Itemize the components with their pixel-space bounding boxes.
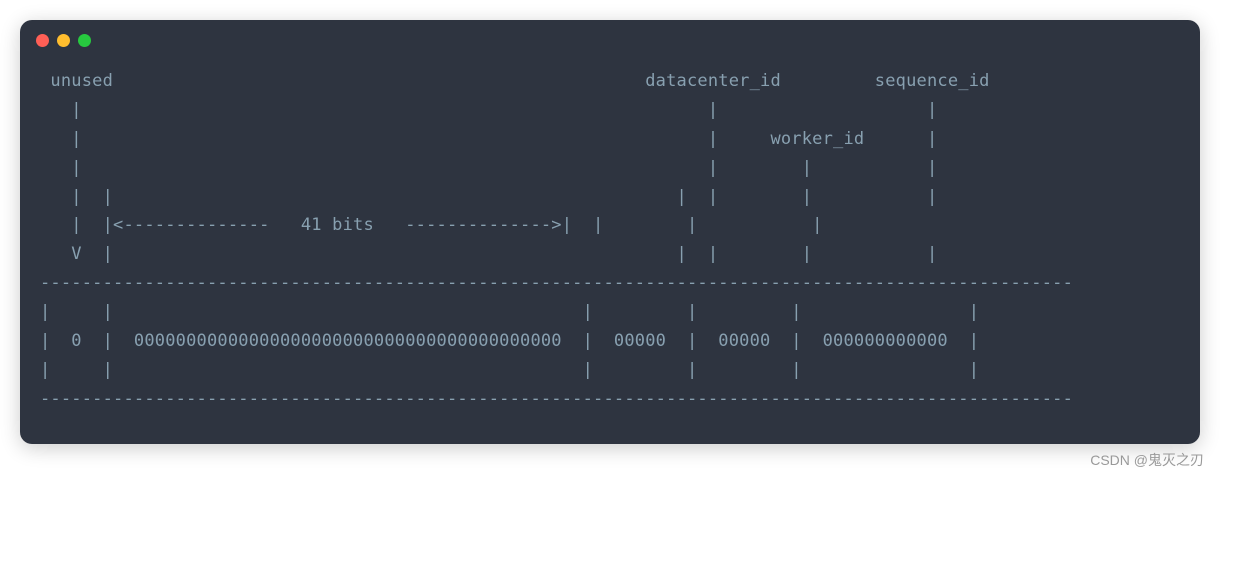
- close-icon[interactable]: [36, 34, 49, 47]
- diagram-line: | | | |: [40, 158, 937, 178]
- diagram-line: unused datacenter_id sequence_id: [40, 71, 990, 91]
- watermark: CSDN @鬼灭之刃: [20, 450, 1214, 470]
- diagram-row: | 0 | 0000000000000000000000000000000000…: [40, 331, 979, 351]
- diagram-content: unused datacenter_id sequence_id | | | |: [20, 57, 1200, 444]
- diagram-row: | | | | | |: [40, 302, 979, 322]
- diagram-divider: ----------------------------------------…: [40, 389, 1073, 409]
- maximize-icon[interactable]: [78, 34, 91, 47]
- diagram-line: | | worker_id |: [40, 129, 937, 149]
- diagram-row: | | | | | |: [40, 360, 979, 380]
- diagram-line: V | | | | |: [40, 244, 937, 264]
- minimize-icon[interactable]: [57, 34, 70, 47]
- terminal-window: unused datacenter_id sequence_id | | | |: [20, 20, 1200, 444]
- diagram-divider: ----------------------------------------…: [40, 273, 1073, 293]
- diagram-line: | |<-------------- 41 bits -------------…: [40, 215, 823, 235]
- diagram-line: | | | | | |: [40, 187, 937, 207]
- diagram-line: | | |: [40, 100, 937, 120]
- window-titlebar: [20, 20, 1200, 57]
